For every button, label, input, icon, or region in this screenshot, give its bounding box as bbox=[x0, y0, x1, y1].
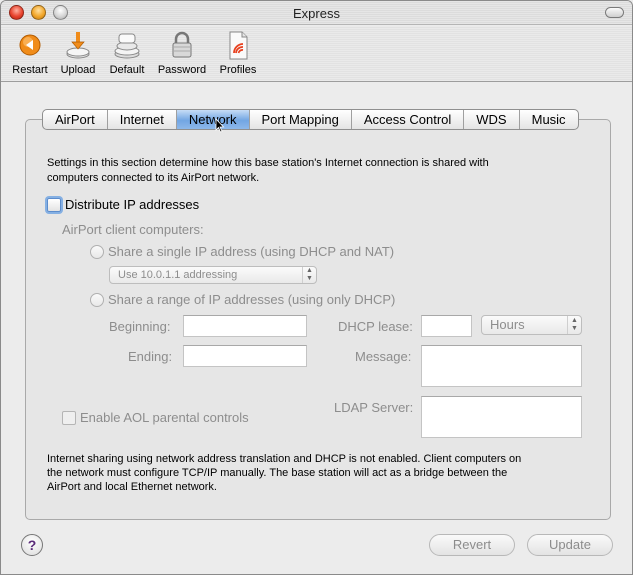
share-range-ip-label: Share a range of IP addresses (using onl… bbox=[108, 292, 396, 307]
toolbar-label: Restart bbox=[12, 64, 48, 76]
ending-field[interactable] bbox=[183, 345, 307, 367]
tab-internet[interactable]: Internet bbox=[108, 110, 177, 129]
share-range-ip-radio[interactable] bbox=[90, 293, 104, 307]
popup-arrows-icon: ▲ ▼ bbox=[567, 316, 581, 334]
express-window: Express Restart Upload Default Password … bbox=[0, 0, 633, 575]
beginning-field[interactable] bbox=[183, 315, 307, 337]
message-field[interactable] bbox=[421, 345, 582, 387]
mouse-pointer-icon bbox=[215, 118, 225, 133]
window-title: Express bbox=[293, 6, 340, 21]
popup-arrows-icon: ▲ ▼ bbox=[302, 267, 316, 283]
lease-unit-value: Hours bbox=[490, 317, 525, 332]
tab-network[interactable]: Network bbox=[176, 110, 250, 129]
toolbar-toggle-button[interactable] bbox=[605, 7, 624, 18]
addressing-popup-value: Use 10.0.1.1 addressing bbox=[118, 269, 238, 281]
client-computers-heading: AirPort client computers: bbox=[62, 222, 204, 237]
restart-icon bbox=[19, 34, 41, 56]
beginning-label: Beginning: bbox=[109, 319, 171, 334]
toolbar-label: Upload bbox=[60, 64, 96, 76]
revert-button[interactable]: Revert bbox=[429, 534, 515, 556]
lease-unit-popup[interactable]: Hours ▲ ▼ bbox=[481, 315, 582, 335]
default-button[interactable]: Default bbox=[105, 29, 149, 79]
update-button[interactable]: Update bbox=[527, 534, 613, 556]
addressing-popup[interactable]: Use 10.0.1.1 addressing ▲ ▼ bbox=[109, 266, 317, 284]
toolbar-label: Password bbox=[157, 64, 207, 76]
password-button[interactable]: Password bbox=[155, 29, 209, 79]
upload-icon bbox=[66, 32, 90, 59]
help-button[interactable]: ? bbox=[21, 534, 43, 556]
aol-parental-controls-checkbox[interactable] bbox=[62, 411, 76, 425]
upload-button[interactable]: Upload bbox=[58, 29, 98, 79]
toolbar: Restart Upload Default Password Profiles bbox=[1, 26, 632, 82]
tab-access-control[interactable]: Access Control bbox=[352, 110, 465, 129]
restart-button[interactable]: Restart bbox=[10, 29, 50, 79]
dhcp-lease-label: DHCP lease: bbox=[338, 319, 413, 334]
tab-music[interactable]: Music bbox=[520, 110, 578, 129]
intro-text-line-2: computers connected to its AirPort netwo… bbox=[47, 172, 260, 184]
profiles-button[interactable]: Profiles bbox=[215, 29, 261, 79]
ending-label: Ending: bbox=[128, 349, 173, 364]
message-label: Message: bbox=[355, 349, 412, 364]
tab-airport[interactable]: AirPort bbox=[43, 110, 108, 129]
toolbar-label: Default bbox=[109, 64, 145, 76]
share-single-ip-radio[interactable] bbox=[90, 245, 104, 259]
dhcp-lease-field[interactable] bbox=[421, 315, 472, 337]
status-text-line-3: AirPort and local Ethernet network. bbox=[47, 481, 217, 493]
distribute-ip-label: Distribute IP addresses bbox=[65, 197, 200, 212]
tab-bar: AirPort Internet Network Port Mapping Ac… bbox=[42, 109, 579, 130]
ldap-server-field[interactable] bbox=[421, 396, 582, 438]
status-text-line-2: the network must configure TCP/IP manual… bbox=[47, 467, 508, 479]
lock-icon bbox=[172, 31, 192, 58]
intro-text-line-1: Settings in this section determine how t… bbox=[47, 157, 489, 169]
status-text-line-1: Internet sharing using network address t… bbox=[47, 453, 522, 465]
default-icon bbox=[114, 33, 140, 59]
tab-port-mapping[interactable]: Port Mapping bbox=[250, 110, 352, 129]
profiles-icon bbox=[229, 31, 248, 60]
ldap-server-label: LDAP Server: bbox=[334, 400, 414, 415]
title-bar[interactable]: Express bbox=[1, 1, 632, 25]
aol-parental-controls-label: Enable AOL parental controls bbox=[80, 410, 249, 425]
distribute-ip-checkbox[interactable] bbox=[47, 198, 61, 212]
toolbar-label: Profiles bbox=[219, 64, 257, 76]
share-single-ip-label: Share a single IP address (using DHCP an… bbox=[108, 244, 395, 259]
tab-wds[interactable]: WDS bbox=[464, 110, 520, 129]
